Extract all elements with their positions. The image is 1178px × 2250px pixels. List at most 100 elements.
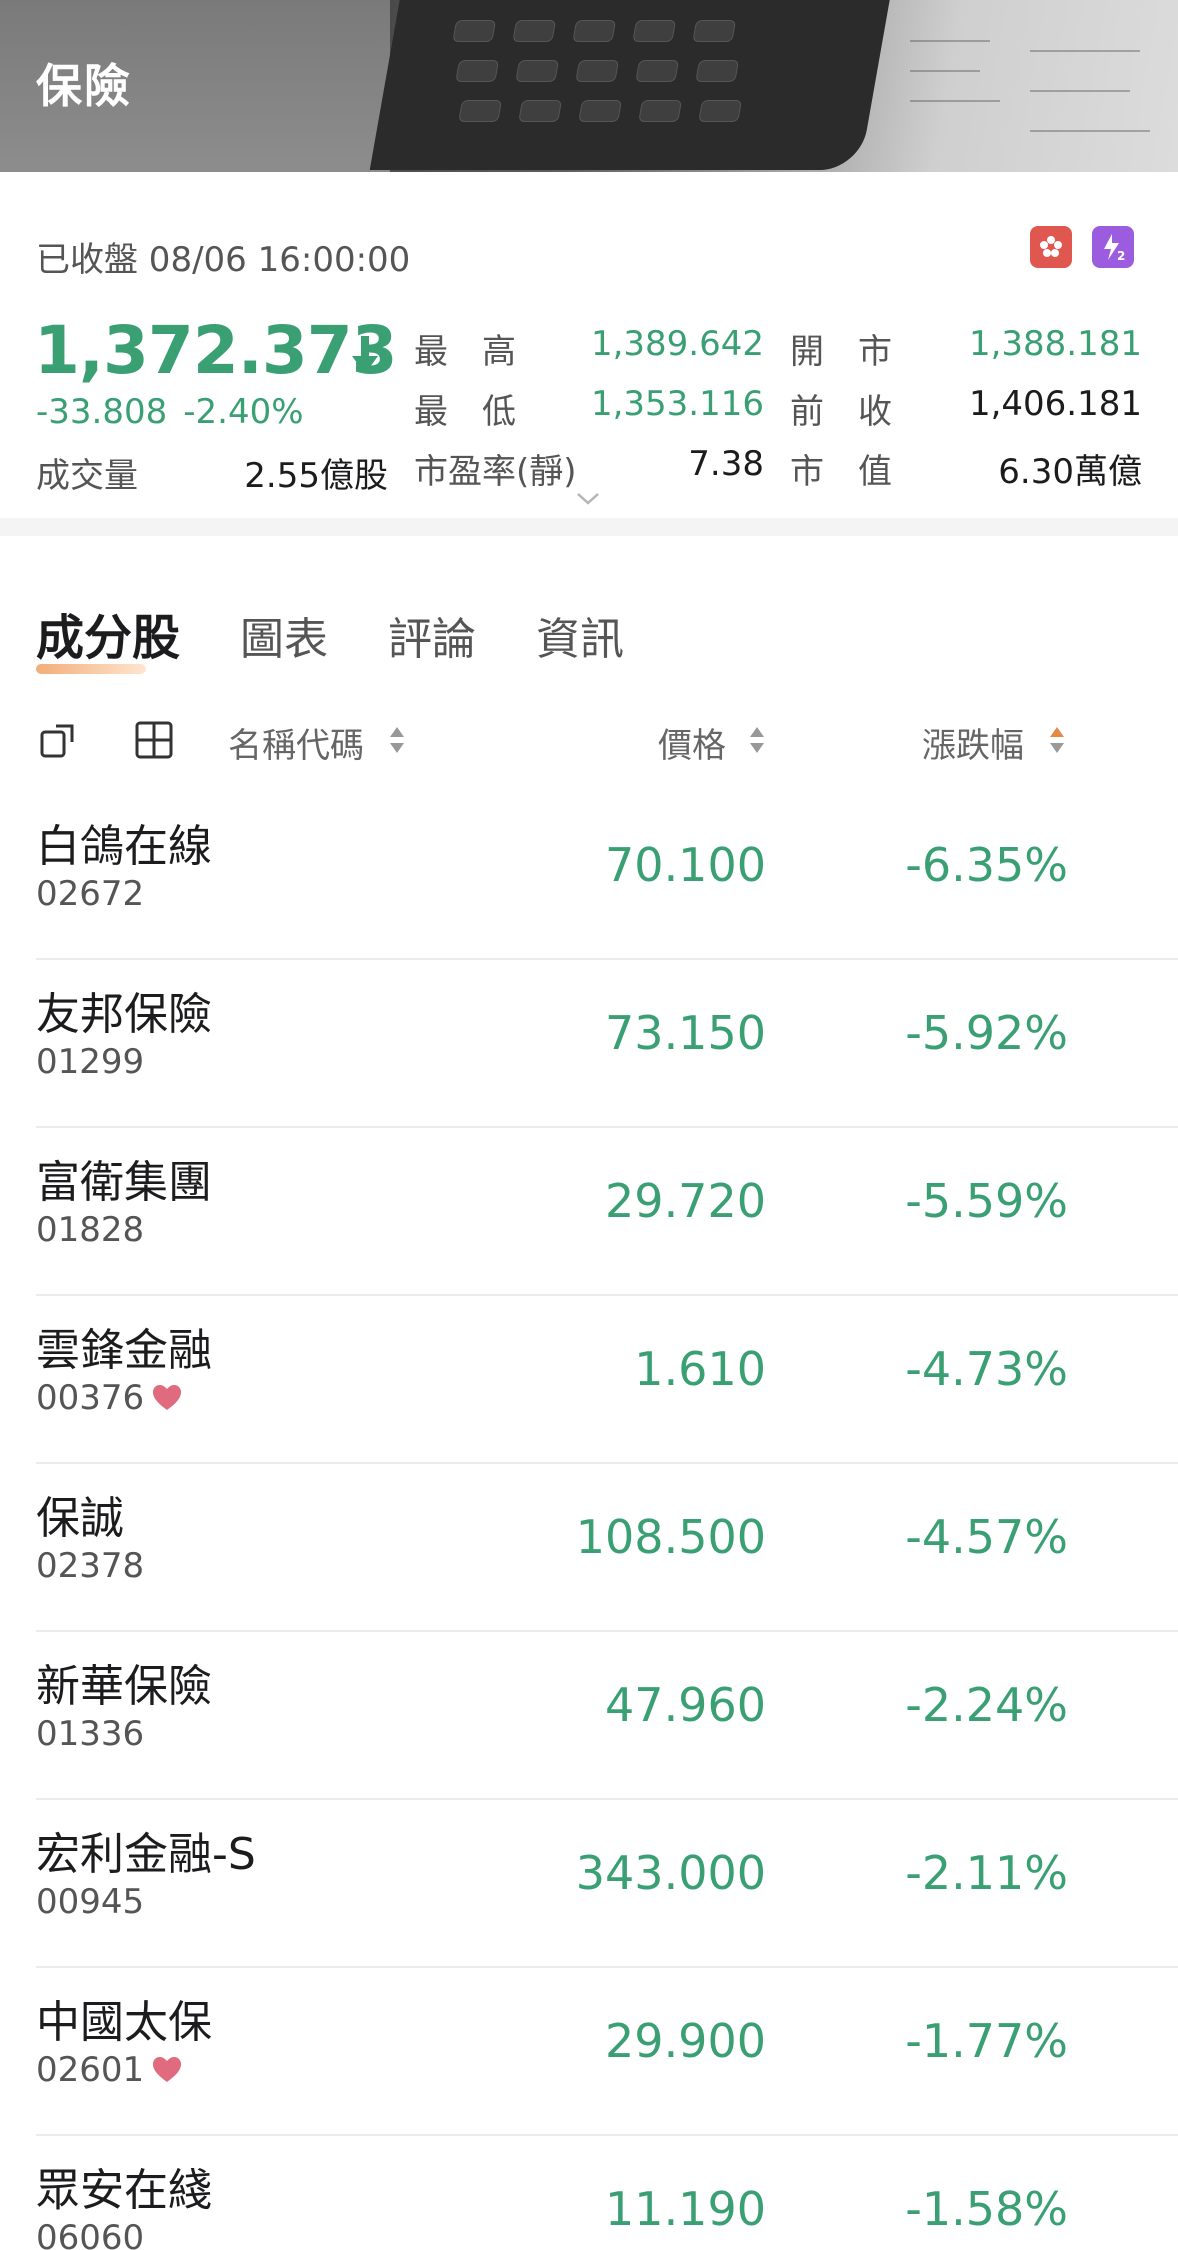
stat-value-open: 1,388.181 <box>968 324 1142 364</box>
stock-code: 02601 <box>36 2050 145 2090</box>
last-price: 1,372.373 <box>34 312 398 389</box>
stat-label-high: 最 高 <box>414 332 516 372</box>
stat-label-low: 最 低 <box>414 392 516 432</box>
tab-news[interactable]: 資訊 <box>536 603 624 667</box>
stock-code-wrap: 01299 <box>36 1042 144 1082</box>
stock-code-wrap: 02378 <box>36 1546 144 1586</box>
table-row[interactable]: 宏利金融-S 00945 343.000 -2.11% <box>0 1800 1178 1968</box>
stock-code-wrap: 01336 <box>36 1714 144 1754</box>
down-arrow-icon <box>352 336 378 374</box>
table-row[interactable]: 雲鋒金融 00376 1.610 -4.73% <box>0 1296 1178 1464</box>
table-row[interactable]: 中國太保 02601 29.900 -1.77% <box>0 1968 1178 2136</box>
stat-value-pe: 7.38 <box>688 444 764 484</box>
stock-name: 友邦保險 <box>36 989 212 1040</box>
header-banner: 保險 <box>0 0 1178 172</box>
stock-price: 108.500 <box>575 1510 766 1564</box>
stock-price: 11.190 <box>605 2182 766 2236</box>
tab-bar: 成分股 圖表 評論 資訊 <box>36 598 624 674</box>
stock-price: 70.100 <box>605 838 766 892</box>
stock-code: 01299 <box>36 1042 145 1082</box>
stock-name: 白鴿在線 <box>36 821 212 872</box>
stock-name: 眾安在綫 <box>36 2165 212 2216</box>
stock-code: 02672 <box>36 874 145 914</box>
stock-code-wrap: 00376 <box>36 1378 182 1418</box>
stat-label-pe: 市盈率(靜) <box>414 452 577 492</box>
stock-code: 06060 <box>36 2218 145 2250</box>
table-row[interactable]: 眾安在綫 06060 11.190 -1.58% <box>0 2136 1178 2250</box>
stat-value-high: 1,389.642 <box>590 324 764 364</box>
tab-comments[interactable]: 評論 <box>388 603 476 667</box>
stat-value-low: 1,353.116 <box>590 384 764 424</box>
stock-change-percent: -2.11% <box>905 1846 1068 1900</box>
stock-name: 富衛集團 <box>36 1157 212 1208</box>
column-change-percent[interactable]: 漲跌幅 <box>922 718 1024 767</box>
stat-value-market-cap: 6.30萬億 <box>998 452 1142 492</box>
level2-icon[interactable]: 2 <box>1092 226 1134 268</box>
list-column-header: 名稱代碼 價格 漲跌幅 <box>0 712 1178 766</box>
section-divider <box>0 518 1178 536</box>
stock-code-wrap: 02601 <box>36 2050 182 2090</box>
sort-desc-icon[interactable] <box>1048 724 1066 756</box>
stock-code-wrap: 00945 <box>36 1882 144 1922</box>
volume-value: 2.55億股 <box>244 456 388 496</box>
stock-change-percent: -4.57% <box>905 1510 1068 1564</box>
price-change: -33.808 <box>36 392 168 432</box>
volume-label: 成交量 <box>36 456 138 496</box>
stock-code-wrap: 01828 <box>36 1210 144 1250</box>
stock-price: 29.720 <box>605 1174 766 1228</box>
column-price[interactable]: 價格 <box>658 718 726 767</box>
tab-chart[interactable]: 圖表 <box>240 603 328 667</box>
stock-name: 宏利金融-S <box>36 1829 256 1880</box>
table-row[interactable]: 友邦保險 01299 73.150 -5.92% <box>0 960 1178 1128</box>
tab-constituents[interactable]: 成分股 <box>36 598 181 674</box>
heart-icon <box>153 1385 182 1410</box>
stock-price: 343.000 <box>575 1846 766 1900</box>
column-name-code[interactable]: 名稱代碼 <box>228 718 364 767</box>
constituent-list: 白鴿在線 02672 70.100 -6.35% 友邦保險 01299 73.150 -5.9… <box>0 792 1178 2250</box>
tab-label: 成分股 <box>36 610 181 666</box>
table-row[interactable]: 白鴿在線 02672 70.100 -6.35% <box>0 792 1178 960</box>
stock-code-wrap: 06060 <box>36 2218 144 2250</box>
stat-value-prev-close: 1,406.181 <box>968 384 1142 424</box>
change-line: -33.808 -2.40% <box>36 392 304 432</box>
stock-change-percent: -1.77% <box>905 2014 1068 2068</box>
table-row[interactable]: 新華保險 01336 47.960 -2.24% <box>0 1632 1178 1800</box>
page-title: 保險 <box>36 59 132 113</box>
stock-change-percent: -5.92% <box>905 1006 1068 1060</box>
stock-code-wrap: 02672 <box>36 874 144 914</box>
stock-price: 47.960 <box>605 1678 766 1732</box>
svg-text:2: 2 <box>1117 249 1125 263</box>
stock-code: 00945 <box>36 1882 145 1922</box>
stock-price: 29.900 <box>605 2014 766 2068</box>
market-status: 已收盤 08/06 16:00:00 <box>36 240 411 280</box>
banner-calculator-image <box>369 0 1178 172</box>
stat-label-market-cap: 市 值 <box>790 452 892 492</box>
stock-code: 00376 <box>36 1378 145 1418</box>
table-row[interactable]: 保誠 02378 108.500 -4.57% <box>0 1464 1178 1632</box>
calculator-graphic <box>369 0 901 170</box>
stock-code: 01336 <box>36 1714 145 1754</box>
stock-name: 保誠 <box>36 1493 124 1544</box>
market-icons: 2 <box>1030 226 1134 268</box>
stock-change-percent: -5.59% <box>905 1174 1068 1228</box>
sort-icon[interactable] <box>748 724 766 756</box>
sort-icon[interactable] <box>388 724 406 756</box>
stat-label-open: 開 市 <box>790 332 892 372</box>
heart-icon <box>153 2057 182 2082</box>
hk-flag-icon[interactable] <box>1030 226 1072 268</box>
stock-change-percent: -2.24% <box>905 1678 1068 1732</box>
stat-label-prev-close: 前 收 <box>790 392 892 432</box>
stock-change-percent: -4.73% <box>905 1342 1068 1396</box>
share-export-icon[interactable] <box>38 720 78 760</box>
stock-price: 1.610 <box>634 1342 766 1396</box>
stock-name: 新華保險 <box>36 1661 212 1712</box>
grid-view-icon[interactable] <box>134 720 174 760</box>
stock-change-percent: -6.35% <box>905 838 1068 892</box>
chevron-down-icon[interactable] <box>576 492 600 506</box>
stock-code: 01828 <box>36 1210 145 1250</box>
stock-price: 73.150 <box>605 1006 766 1060</box>
stock-name: 雲鋒金融 <box>36 1325 212 1376</box>
stock-name: 中國太保 <box>36 1997 212 2048</box>
stock-change-percent: -1.58% <box>905 2182 1068 2236</box>
table-row[interactable]: 富衛集團 01828 29.720 -5.59% <box>0 1128 1178 1296</box>
